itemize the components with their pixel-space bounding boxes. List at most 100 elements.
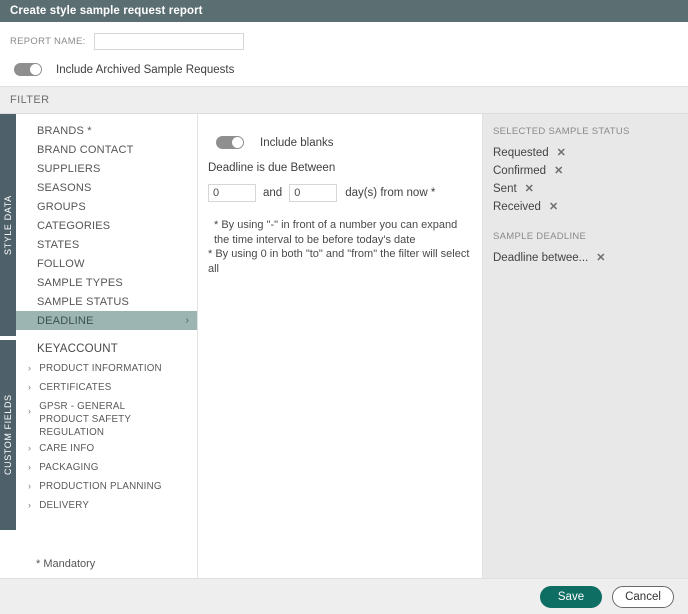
nav-item-states[interactable]: STATES xyxy=(16,235,197,254)
chevron-right-icon: › xyxy=(28,477,31,496)
cf-item-label: PRODUCTION PLANNING xyxy=(39,477,161,493)
remove-icon[interactable]: ✕ xyxy=(596,251,605,264)
cf-item-product-information[interactable]: › PRODUCT INFORMATION xyxy=(16,359,197,378)
custom-fields-heading: KEYACCOUNT xyxy=(16,339,197,359)
report-name-row: REPORT NAME: xyxy=(0,22,688,50)
nav-section-gap xyxy=(16,330,197,339)
dialog-titlebar: Create style sample request report xyxy=(0,0,688,22)
nav-item-categories[interactable]: CATEGORIES xyxy=(16,216,197,235)
dialog-content: STYLE DATA CUSTOM FIELDS BRANDS * BRAND … xyxy=(0,114,688,578)
nav-item-label: BRANDS * xyxy=(37,125,92,137)
vtab-custom-fields-label: CUSTOM FIELDS xyxy=(3,395,13,476)
save-button[interactable]: Save xyxy=(540,586,602,608)
left-nav-panel: BRANDS * BRAND CONTACT SUPPLIERS SEASONS… xyxy=(16,114,198,578)
and-label: and xyxy=(263,187,282,199)
cf-item-label: PRODUCT INFORMATION xyxy=(39,359,162,375)
cf-item-label: GPSR - GENERAL PRODUCT SAFETY REGULATION xyxy=(39,397,169,439)
include-archived-label: Include Archived Sample Requests xyxy=(56,64,234,76)
include-archived-row: Include Archived Sample Requests xyxy=(0,50,688,76)
nav-item-label: BRAND CONTACT xyxy=(37,144,134,156)
deadline-note-1: * By using "-" in front of a number you … xyxy=(208,218,472,247)
cf-item-label: CERTIFICATES xyxy=(39,378,111,394)
sample-deadline-heading: SAMPLE DEADLINE xyxy=(493,231,688,242)
nav-item-label: STATES xyxy=(37,239,79,251)
filter-bar: FILTER xyxy=(0,86,688,114)
center-panel: Include blanks Deadline is due Between a… xyxy=(198,114,483,578)
mandatory-note: * Mandatory xyxy=(36,558,95,570)
dialog-title: Create style sample request report xyxy=(10,5,203,17)
chevron-right-icon: › xyxy=(28,397,31,425)
chip-label: Received xyxy=(493,201,541,213)
cf-item-label: DELIVERY xyxy=(39,496,89,512)
cf-item-delivery[interactable]: › DELIVERY xyxy=(16,496,197,515)
include-blanks-toggle[interactable] xyxy=(216,136,244,149)
nav-item-seasons[interactable]: SEASONS xyxy=(16,178,197,197)
save-button-label: Save xyxy=(558,591,584,603)
top-form: REPORT NAME: Include Archived Sample Req… xyxy=(0,22,688,86)
nav-item-suppliers[interactable]: SUPPLIERS xyxy=(16,159,197,178)
cf-item-certificates[interactable]: › CERTIFICATES xyxy=(16,378,197,397)
vertical-tab-strip: STYLE DATA CUSTOM FIELDS xyxy=(0,114,16,578)
nav-item-label: GROUPS xyxy=(37,201,86,213)
nav-item-label: FOLLOW xyxy=(37,258,85,270)
chevron-right-icon: › xyxy=(28,378,31,397)
days-from-now-label: day(s) from now * xyxy=(345,187,435,199)
cf-item-label: PACKAGING xyxy=(39,458,98,474)
toggle-knob-icon xyxy=(30,64,41,75)
remove-icon[interactable]: ✕ xyxy=(525,182,534,195)
cancel-button-label: Cancel xyxy=(625,591,661,603)
cancel-button[interactable]: Cancel xyxy=(612,586,674,608)
nav-item-label: SAMPLE TYPES xyxy=(37,277,123,289)
filter-bar-label: FILTER xyxy=(10,94,49,106)
remove-icon[interactable]: ✕ xyxy=(549,200,558,213)
chip-label: Sent xyxy=(493,183,517,195)
deadline-to-input[interactable] xyxy=(289,184,337,202)
chip-label: Confirmed xyxy=(493,165,546,177)
include-blanks-row: Include blanks xyxy=(198,114,482,149)
nav-item-sample-types[interactable]: SAMPLE TYPES xyxy=(16,273,197,292)
remove-icon[interactable]: ✕ xyxy=(554,164,563,177)
vtab-filler xyxy=(0,530,16,578)
nav-item-label: DEADLINE xyxy=(37,315,94,327)
toggle-knob-icon xyxy=(232,137,243,148)
nav-item-follow[interactable]: FOLLOW xyxy=(16,254,197,273)
nav-item-groups[interactable]: GROUPS xyxy=(16,197,197,216)
nav-item-sample-status[interactable]: SAMPLE STATUS xyxy=(16,292,197,311)
chevron-right-icon: › xyxy=(28,458,31,477)
chip-label: Requested xyxy=(493,147,549,159)
status-chip-sent[interactable]: Sent ✕ xyxy=(493,180,688,197)
vtab-style-data-label: STYLE DATA xyxy=(3,195,13,255)
include-blanks-label: Include blanks xyxy=(260,137,334,149)
nav-item-label: SEASONS xyxy=(37,182,92,194)
cf-item-packaging[interactable]: › PACKAGING xyxy=(16,458,197,477)
status-chip-received[interactable]: Received ✕ xyxy=(493,198,688,215)
cf-item-gpsr[interactable]: › GPSR - GENERAL PRODUCT SAFETY REGULATI… xyxy=(16,397,197,439)
report-name-input[interactable] xyxy=(94,33,244,50)
selected-filters-panel: SELECTED SAMPLE STATUS Requested ✕ Confi… xyxy=(483,114,688,578)
deadline-range-row: and day(s) from now * xyxy=(198,174,482,202)
vtab-custom-fields[interactable]: CUSTOM FIELDS xyxy=(0,340,16,530)
vtab-style-data[interactable]: STYLE DATA xyxy=(0,114,16,336)
cf-item-production-planning[interactable]: › PRODUCTION PLANNING xyxy=(16,477,197,496)
deadline-from-input[interactable] xyxy=(208,184,256,202)
cf-item-care-info[interactable]: › CARE INFO xyxy=(16,439,197,458)
nav-item-deadline[interactable]: DEADLINE › xyxy=(16,311,197,330)
chevron-right-icon: › xyxy=(28,359,31,378)
chevron-right-icon: › xyxy=(28,439,31,458)
deadline-note-2: * By using 0 in both "to" and "from" the… xyxy=(208,247,472,276)
status-chip-confirmed[interactable]: Confirmed ✕ xyxy=(493,162,688,179)
nav-item-brand-contact[interactable]: BRAND CONTACT xyxy=(16,140,197,159)
cf-item-label: CARE INFO xyxy=(39,439,94,455)
chevron-right-icon: › xyxy=(185,315,189,326)
nav-item-brands[interactable]: BRANDS * xyxy=(16,121,197,140)
status-chip-requested[interactable]: Requested ✕ xyxy=(493,144,688,161)
deadline-chip[interactable]: Deadline betwee... ✕ xyxy=(493,249,688,266)
report-name-label: REPORT NAME: xyxy=(10,36,86,47)
nav-item-label: CATEGORIES xyxy=(37,220,110,232)
include-archived-toggle[interactable] xyxy=(14,63,42,76)
report-dialog: Create style sample request report REPOR… xyxy=(0,0,688,613)
remove-icon[interactable]: ✕ xyxy=(557,146,566,159)
deadline-heading: Deadline is due Between xyxy=(198,149,482,174)
chevron-right-icon: › xyxy=(28,496,31,515)
nav-item-label: SUPPLIERS xyxy=(37,163,101,175)
